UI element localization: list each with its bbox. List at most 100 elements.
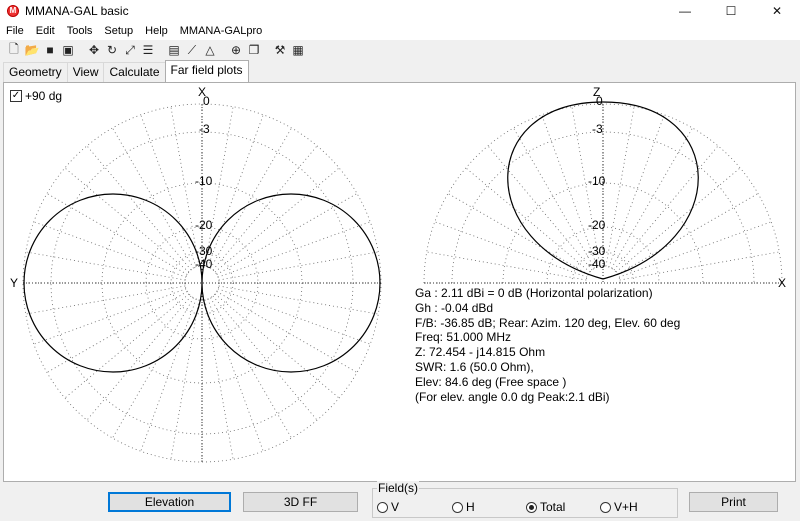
minimize-button[interactable]: —: [662, 0, 708, 22]
elev-db-label-10: -10: [588, 174, 606, 188]
peak-line: (For elev. angle 0.0 dg Peak:2.1 dBi): [415, 389, 610, 404]
swr-line: SWR: 1.6 (50.0 Ohm),: [415, 359, 534, 374]
menu-setup[interactable]: Setup: [98, 25, 139, 37]
new-file-icon[interactable]: 🗋: [6, 42, 22, 58]
elevation-grid-spoke: [465, 167, 591, 273]
elevation-grid-spoke: [487, 145, 593, 271]
open-folder-icon[interactable]: 📂: [24, 42, 40, 58]
move-icon[interactable]: ✥: [86, 42, 102, 58]
menu-file[interactable]: File: [0, 25, 30, 37]
crosshair-icon[interactable]: ⊕: [228, 42, 244, 58]
elevation-grid-spoke: [611, 127, 693, 269]
azimuth-grid-spoke: [218, 285, 379, 315]
elevation-axis-z-label: Z: [593, 85, 600, 99]
menu-edit[interactable]: Edit: [30, 25, 61, 37]
field-v-radio[interactable]: [377, 501, 388, 513]
azimuth-grid-spoke: [210, 297, 292, 439]
elev-db-label-3: -3: [592, 122, 603, 136]
elevation-axis-x-label: X: [778, 276, 786, 290]
field-v-label: V: [391, 500, 400, 514]
tab-far-field-plots[interactable]: Far field plots: [164, 60, 249, 82]
stretch-icon[interactable]: ⤢: [122, 42, 138, 58]
triangle-icon[interactable]: △: [202, 42, 218, 58]
azimuth-grid-spoke: [207, 114, 264, 268]
3d-ff-button[interactable]: 3D FF: [243, 492, 358, 512]
azimuth-grid-spoke: [140, 114, 197, 268]
elevation-grid-spoke: [434, 221, 588, 278]
menu-mmana-galpro[interactable]: MMANA-GALpro: [174, 25, 269, 37]
save-as-icon[interactable]: ▣: [60, 42, 76, 58]
document-icon[interactable]: ▤: [166, 42, 182, 58]
elevation-line: Elev: 84.6 deg (Free space ): [415, 374, 567, 389]
elevation-grid-spoke: [618, 221, 772, 278]
field-total-radio[interactable]: [526, 501, 537, 513]
elevation-grid-spoke: [619, 251, 780, 281]
azimuth-grid-spoke: [112, 297, 194, 439]
print-button[interactable]: Print: [689, 492, 778, 512]
menu-help[interactable]: Help: [139, 25, 174, 37]
elevation-grid-spoke: [613, 145, 719, 271]
elevation-grid-spoke: [617, 193, 759, 275]
azimuth-grid-spoke: [25, 285, 186, 315]
elevation-grid-spoke: [608, 114, 665, 268]
menu-tools[interactable]: Tools: [61, 25, 99, 37]
toolbar: 🗋 📂 ■ ▣ ✥ ↻ ⤢ ☰ ▤ ⟋ △ ⊕ ❐ ⚒ ▦: [0, 40, 800, 60]
field-v-option[interactable]: V: [377, 500, 399, 514]
far-field-plot-panel: 0 -3 -10 -20 -30 -40 X Y 0 -3 -10 -20 -3…: [3, 82, 796, 482]
field-h-label: H: [466, 500, 475, 514]
tab-calculate[interactable]: Calculate: [103, 62, 166, 82]
wrench-icon[interactable]: ⚒: [272, 42, 288, 58]
graph-icon[interactable]: ⟋: [184, 42, 200, 58]
db-label-20: -20: [195, 218, 213, 232]
rotate-icon[interactable]: ↻: [104, 42, 120, 58]
list-icon[interactable]: ☰: [140, 42, 156, 58]
azimuth-grid-spoke: [214, 167, 340, 273]
azimuth-grid-spoke: [204, 299, 234, 460]
fields-group: Field(s) V H Total V+H: [372, 481, 678, 518]
elevation-grid-spoke: [426, 251, 587, 281]
tab-view[interactable]: View: [66, 62, 105, 82]
front-back-line: F/B: -36.85 dB; Rear: Azim. 120 deg, Ele…: [415, 315, 681, 330]
impedance-line: Z: 72.454 - j14.815 Ohm: [415, 345, 546, 360]
azimuth-grid-spoke: [86, 295, 192, 421]
tab-geometry[interactable]: Geometry: [3, 62, 68, 82]
plus-90-checkbox-row[interactable]: ✓ +90 dg: [10, 89, 62, 103]
calculator-icon[interactable]: ▦: [290, 42, 306, 58]
plus-90-checkbox[interactable]: ✓: [10, 90, 22, 102]
gain-dbd-line: Gh : -0.04 dBd: [415, 300, 494, 315]
plus-90-label: +90 dg: [25, 89, 63, 103]
elevation-button[interactable]: Elevation: [108, 492, 231, 512]
field-total-option[interactable]: Total: [526, 500, 565, 514]
field-vh-option[interactable]: V+H: [600, 500, 638, 514]
copy-icon[interactable]: ❐: [246, 42, 262, 58]
close-button[interactable]: ✕: [754, 0, 800, 22]
window-controls: — ☐ ✕: [662, 0, 800, 22]
azimuth-grid-spoke: [112, 127, 194, 269]
elevation-grid-spoke: [447, 193, 589, 275]
bottom-controls: Elevation 3D FF Field(s) V H Total V+H P…: [0, 481, 800, 521]
elevation-grid-spoke: [615, 167, 741, 273]
field-total-label: Total: [540, 500, 566, 514]
azimuth-grid-spoke: [210, 127, 292, 269]
window-title: MMANA-GAL basic: [25, 4, 129, 18]
menu-bar: File Edit Tools Setup Help MMANA-GALpro: [0, 22, 800, 40]
field-h-radio[interactable]: [452, 501, 463, 513]
azimuth-grid-spoke: [64, 167, 190, 273]
db-label-3: -3: [199, 122, 210, 136]
field-h-option[interactable]: H: [452, 500, 475, 514]
antenna-results: Ga : 2.11 dBi = 0 dB (Horizontal polariz…: [415, 286, 680, 404]
title-bar: M MMANA-GAL basic — ☐ ✕: [0, 0, 800, 22]
azimuth-grid-spoke: [212, 145, 318, 271]
azimuth-grid-spoke: [33, 288, 187, 345]
save-icon[interactable]: ■: [42, 42, 58, 58]
fields-group-label: Field(s): [377, 481, 420, 495]
db-label-10: -10: [195, 174, 213, 188]
elev-db-label-40: -40: [588, 257, 606, 271]
maximize-button[interactable]: ☐: [708, 0, 754, 22]
field-vh-radio[interactable]: [600, 501, 611, 513]
elev-db-label-30: -30: [588, 244, 606, 258]
frequency-line: Freq: 51.000 MHz: [415, 330, 512, 345]
azimuth-grid-spoke: [217, 288, 371, 345]
azimuth-grid-spoke: [64, 293, 190, 399]
azimuth-grid-spoke: [86, 145, 192, 271]
